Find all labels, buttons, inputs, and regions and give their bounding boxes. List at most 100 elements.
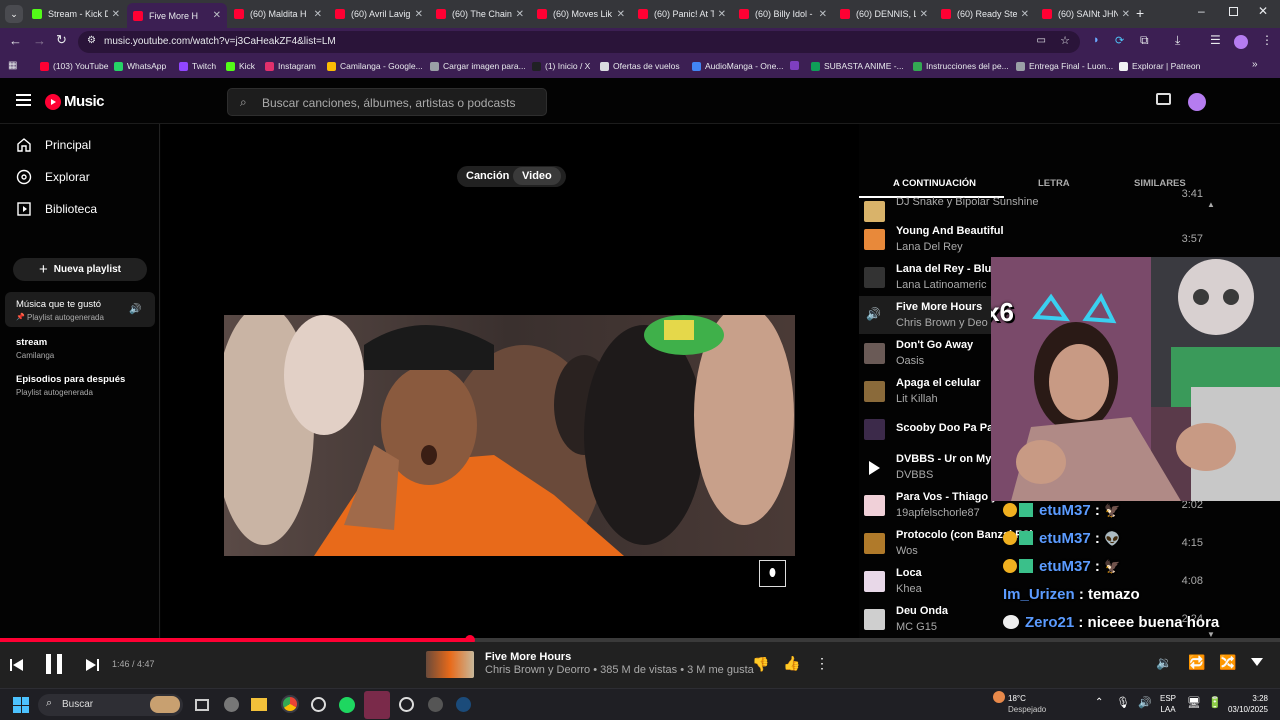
extension-icon[interactable]: ◗ <box>1093 34 1100 46</box>
microphone-icon[interactable]: 🎙 <box>1116 696 1130 709</box>
pause-button[interactable] <box>45 654 63 679</box>
language-indicator[interactable]: ESP LAA <box>1160 694 1176 714</box>
tab-lyrics[interactable]: LETRA <box>1038 178 1070 189</box>
browser-tab[interactable]: (60) Maldita H ✕ <box>228 3 328 25</box>
browser-tab[interactable]: (60) Moves Lik ✕ <box>531 3 631 25</box>
expand-player-icon[interactable] <box>1251 658 1263 666</box>
browser-tab[interactable]: Five More H ✕ <box>127 3 227 28</box>
task-view-icon[interactable] <box>195 699 209 711</box>
browser-tab[interactable]: (60) The Chain ✕ <box>430 3 530 25</box>
more-options-icon[interactable]: ⋮ <box>815 655 829 672</box>
tab-search-button[interactable]: ⌄ <box>5 5 23 23</box>
bookmark-item[interactable]: Cargar imagen para... <box>430 61 526 71</box>
playlist-item-liked[interactable]: Música que te gustó 📌 Playlist autogener… <box>5 292 155 327</box>
now-playing-thumbnail[interactable] <box>426 651 474 678</box>
repeat-icon[interactable]: 🔁 <box>1188 654 1205 671</box>
play-icon[interactable] <box>869 461 880 475</box>
steam-icon[interactable] <box>456 697 471 712</box>
apps-grid-icon[interactable]: ▦ <box>8 60 17 71</box>
close-tab-icon[interactable]: ✕ <box>617 9 625 20</box>
close-tab-icon[interactable]: ✕ <box>718 9 726 20</box>
taskbar-search[interactable]: ⌕ Buscar <box>38 694 183 716</box>
extensions-puzzle-icon[interactable]: ⧉ <box>1140 33 1149 48</box>
address-bar[interactable]: ⚙ music.youtube.com/watch?v=j3CaHeakZF4&… <box>78 31 1080 53</box>
reading-list-icon[interactable]: ☰ <box>1210 33 1221 47</box>
bookmark-item[interactable]: Camilanga - Google... <box>327 61 423 71</box>
nav-explorar[interactable]: Explorar <box>16 169 90 185</box>
close-tab-icon[interactable]: ✕ <box>314 9 322 20</box>
chrome-icon[interactable] <box>281 695 299 713</box>
close-tab-icon[interactable]: ✕ <box>516 9 524 20</box>
tray-overflow-icon[interactable]: ⌃ <box>1095 697 1103 708</box>
browser-tab[interactable]: (60) Billy Idol - ✕ <box>733 3 833 25</box>
volume-tray-icon[interactable]: 🔊 <box>1138 696 1152 709</box>
search-input[interactable]: ⌕ Buscar canciones, álbumes, artistas o … <box>227 88 547 116</box>
bookmark-item[interactable]: WhatsApp <box>114 61 166 71</box>
minimize-button[interactable]: – <box>1198 4 1205 18</box>
file-explorer-icon[interactable] <box>251 698 267 711</box>
app-icon[interactable] <box>428 697 443 712</box>
weather-temp[interactable]: 18°C <box>1008 694 1026 703</box>
profile-avatar[interactable] <box>1234 35 1248 49</box>
app-icon[interactable] <box>311 697 326 712</box>
next-button[interactable] <box>85 658 99 676</box>
toggle-song[interactable]: Canción <box>466 170 509 182</box>
browser-tab[interactable]: Stream - Kick D ✕ <box>26 3 126 25</box>
shuffle-icon[interactable]: 🔀 <box>1219 654 1236 671</box>
new-tab-button[interactable]: + <box>1136 5 1144 21</box>
bookmark-item[interactable]: Twitch <box>179 61 216 71</box>
bookmark-item[interactable]: Instrucciones del pe... <box>913 61 1009 71</box>
browser-menu-icon[interactable]: ⋮ <box>1261 33 1273 47</box>
close-tab-icon[interactable]: ✕ <box>415 9 423 20</box>
app-window-thumbnail[interactable] <box>364 691 390 719</box>
nav-biblioteca[interactable]: Biblioteca <box>16 201 97 217</box>
bookmark-item[interactable]: Explorar | Patreon <box>1119 61 1200 71</box>
hamburger-menu-icon[interactable] <box>16 94 31 106</box>
windows-start-icon[interactable] <box>13 697 29 713</box>
playlist-item-stream[interactable]: stream Camilanga <box>16 337 54 360</box>
chrome-alt-icon[interactable] <box>224 697 239 712</box>
bookmark-item[interactable]: (1) Inicio / X <box>532 61 590 71</box>
browser-tab[interactable]: (60) SAINt JHN ✕ <box>1036 3 1136 25</box>
tab-related[interactable]: SIMILARES <box>1134 178 1186 189</box>
download-icon[interactable]: ⤓ <box>1175 33 1180 48</box>
bookmark-item[interactable]: AudioManga - One... <box>692 61 783 71</box>
toggle-video[interactable]: Video <box>513 167 561 185</box>
video-frame[interactable] <box>224 315 795 556</box>
reload-button[interactable]: ↻ <box>56 32 67 48</box>
volume-icon[interactable]: 🔉 <box>1156 655 1172 671</box>
clock[interactable]: 3:28 03/10/2025 <box>1226 694 1268 714</box>
bookmark-item[interactable]: Entrega Final - Luon... <box>1016 61 1113 71</box>
dislike-button[interactable]: 👎 <box>752 656 769 673</box>
account-avatar[interactable] <box>1188 93 1206 111</box>
network-icon[interactable]: 🖥 <box>1187 696 1201 709</box>
queue-item[interactable]: Young And Beautiful Lana Del Rey 3:57 <box>859 220 1209 258</box>
close-tab-icon[interactable]: ✕ <box>1122 9 1130 20</box>
back-button[interactable]: ← <box>9 33 22 48</box>
playlist-item-episodes[interactable]: Episodios para después Playlist autogene… <box>16 374 125 397</box>
spotify-icon[interactable] <box>339 697 355 713</box>
previous-button[interactable] <box>10 658 24 676</box>
now-playing-title[interactable]: Five More Hours <box>485 651 571 663</box>
close-tab-icon[interactable]: ✕ <box>213 10 221 21</box>
like-button[interactable]: 👍 <box>783 655 800 672</box>
bookmark-item[interactable]: Kick <box>226 61 255 71</box>
browser-tab[interactable]: (60) Avril Lavig ✕ <box>329 3 429 25</box>
bookmark-star-icon[interactable]: ☆ <box>1060 34 1070 47</box>
cast-icon[interactable] <box>1156 93 1171 105</box>
close-tab-icon[interactable]: ✕ <box>819 9 827 20</box>
obs-icon[interactable] <box>399 697 414 712</box>
browser-tab[interactable]: (60) Ready Ste ✕ <box>935 3 1035 25</box>
bookmark-item[interactable]: (103) YouTube <box>40 61 108 71</box>
site-info-icon[interactable]: ⚙ <box>87 35 96 46</box>
bookmark-item[interactable]: SUBASTA ANIME -... <box>811 61 904 71</box>
close-tab-icon[interactable]: ✕ <box>1021 9 1029 20</box>
maximize-button[interactable] <box>1229 7 1238 16</box>
close-window-button[interactable]: ✕ <box>1258 4 1268 18</box>
close-tab-icon[interactable]: ✕ <box>920 9 928 20</box>
bookmark-item[interactable]: Ofertas de vuelos <box>600 61 680 71</box>
browser-tab[interactable]: (60) Panic! At T ✕ <box>632 3 732 25</box>
more-bookmarks-icon[interactable]: » <box>1252 59 1258 70</box>
bookmark-item[interactable] <box>790 61 803 70</box>
tab-up-next[interactable]: A CONTINUACIÓN <box>893 178 976 189</box>
